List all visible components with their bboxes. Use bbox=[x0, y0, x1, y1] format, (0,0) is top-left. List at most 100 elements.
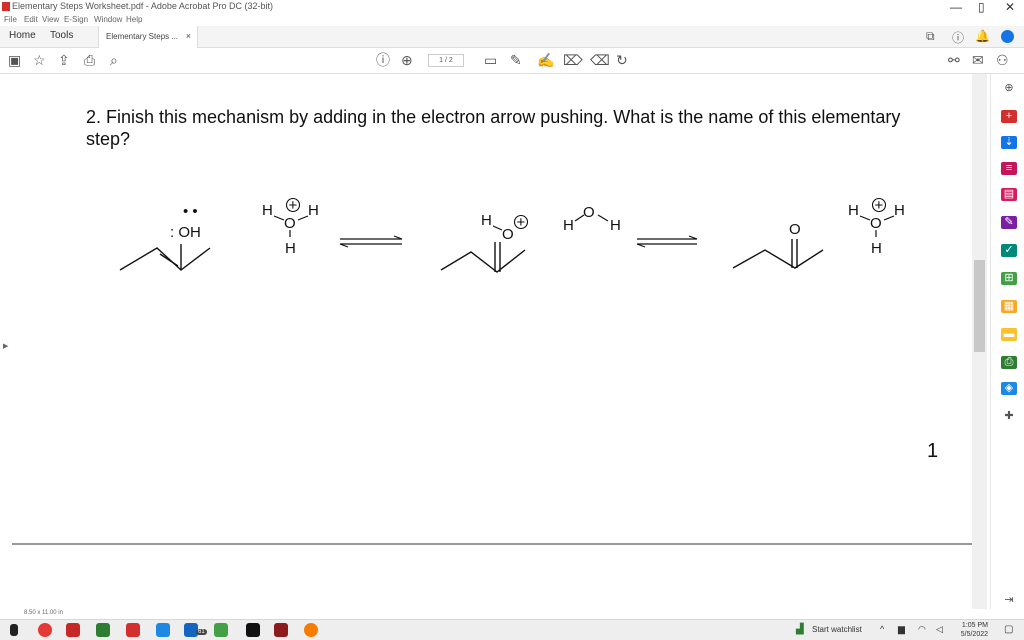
save-icon[interactable]: ▣ bbox=[8, 52, 21, 68]
files-icon[interactable] bbox=[214, 623, 228, 637]
bookmark-star-icon[interactable]: ☆ bbox=[33, 52, 46, 68]
enol-lone-pair: • • bbox=[183, 203, 198, 220]
zoom-icon[interactable] bbox=[156, 623, 170, 637]
hydronium-right-bond2 bbox=[883, 215, 895, 221]
tray-chevron-icon[interactable]: ^ bbox=[880, 624, 884, 634]
help-icon[interactable]: ⓘ bbox=[952, 29, 964, 46]
tab-document-label: Elementary Steps ... bbox=[106, 32, 179, 41]
equilibrium-arrow-2 bbox=[636, 235, 698, 248]
menu-help[interactable]: Help bbox=[126, 15, 142, 24]
send-for-comments-icon[interactable]: ✓ bbox=[1001, 244, 1017, 257]
menu-file[interactable]: File bbox=[4, 15, 17, 24]
oxocarbenium-h-bond bbox=[492, 225, 503, 231]
page-number-box[interactable]: 1 / 2 bbox=[428, 54, 464, 67]
menu-view[interactable]: View bbox=[42, 15, 59, 24]
acrobat-logo-icon bbox=[2, 2, 10, 11]
document-view[interactable]: ▶ 2. Finish this mechanism by adding in … bbox=[0, 74, 972, 609]
page-break-divider bbox=[12, 543, 972, 545]
print-icon[interactable]: ⎙ bbox=[84, 52, 95, 68]
chrome-icon[interactable] bbox=[38, 623, 52, 637]
email-icon[interactable]: ✉ bbox=[972, 52, 984, 68]
combine-files-icon[interactable]: ⊞ bbox=[1001, 272, 1017, 285]
tab-tools[interactable]: Tools bbox=[50, 30, 73, 41]
maximize-button[interactable]: ▯ bbox=[978, 0, 985, 14]
hydronium-right-h2: H bbox=[894, 202, 905, 219]
hydronium-left-h1: H bbox=[262, 202, 273, 219]
previous-page-icon[interactable]: ⓘ bbox=[376, 52, 390, 68]
tab-document[interactable]: Elementary Steps ... × bbox=[98, 26, 198, 48]
scrollbar-thumb[interactable] bbox=[974, 260, 985, 352]
network-icon[interactable]: ▆ bbox=[898, 624, 905, 635]
menu-edit[interactable]: Edit bbox=[24, 15, 38, 24]
account-avatar[interactable] bbox=[1001, 30, 1014, 43]
ketone-skeleton bbox=[732, 249, 824, 269]
system-clock[interactable]: 1:05 PM 5/5/2022 bbox=[961, 621, 988, 639]
more-tools-icon[interactable]: ✚ bbox=[1001, 410, 1017, 423]
water-molecule: H O H bbox=[563, 204, 621, 234]
volume-icon[interactable]: ◁ bbox=[936, 624, 943, 635]
edit-pdf-icon[interactable]: ▤ bbox=[1001, 188, 1017, 201]
app-icon[interactable] bbox=[96, 623, 110, 637]
close-tab-icon[interactable]: × bbox=[186, 31, 191, 41]
page-size-label: 8.50 x 11.00 in bbox=[24, 610, 63, 616]
water-h1: H bbox=[563, 217, 574, 234]
scan-ocr-icon[interactable]: ▦ bbox=[1001, 300, 1017, 313]
hydronium-left-bond1 bbox=[273, 215, 285, 221]
draw-sign-icon[interactable]: ✍ bbox=[537, 52, 554, 68]
print-production-icon[interactable]: ⎙ bbox=[1001, 356, 1017, 369]
add-person-icon[interactable]: ⚇ bbox=[996, 52, 1009, 68]
terminal-icon[interactable] bbox=[246, 623, 260, 637]
status-bar: 8.50 x 11.00 in bbox=[0, 609, 1024, 619]
close-window-button[interactable]: ✕ bbox=[1005, 0, 1015, 14]
stamp-icon[interactable]: ⌦ bbox=[563, 52, 583, 68]
rotate-icon[interactable]: ↻ bbox=[616, 52, 628, 68]
notification-badge: 61 bbox=[196, 629, 207, 635]
hydronium-left-plus: + bbox=[289, 197, 298, 214]
menu-esign[interactable]: E-Sign bbox=[64, 15, 88, 24]
tab-home[interactable]: Home bbox=[9, 30, 36, 41]
create-pdf-icon[interactable]: + bbox=[1001, 110, 1017, 123]
comment-icon[interactable]: ▭ bbox=[484, 52, 497, 68]
start-watchlist-label[interactable]: Start watchlist bbox=[812, 625, 862, 634]
comment-tool-icon[interactable]: ▬ bbox=[1001, 328, 1017, 341]
wifi-icon[interactable]: ◠ bbox=[918, 624, 926, 635]
tab-bar: Home Tools Elementary Steps ... × ⧉ ⓘ 🔔 bbox=[0, 26, 1024, 48]
gmail-icon[interactable] bbox=[66, 623, 80, 637]
app2-icon[interactable] bbox=[274, 623, 288, 637]
oxocarbenium-plus: + bbox=[517, 214, 526, 231]
notifications-icon[interactable]: 🔔 bbox=[975, 29, 990, 43]
ketone-structure: O bbox=[732, 221, 824, 269]
fill-sign-icon[interactable]: ✎ bbox=[1001, 216, 1017, 229]
right-tools-panel: ⊕ + ⇣ ≡ ▤ ✎ ✓ ⊞ ▦ ▬ ⎙ ◈ ✚ ⇥ bbox=[990, 74, 1024, 609]
protect-shield-icon[interactable]: ◈ bbox=[1001, 382, 1017, 395]
action-center-icon[interactable]: ▢ bbox=[1004, 624, 1013, 635]
vertical-scrollbar[interactable] bbox=[972, 74, 987, 609]
menu-window[interactable]: Window bbox=[94, 15, 122, 24]
collapse-panel-icon[interactable]: ⇥ bbox=[1001, 594, 1017, 607]
enol-skeleton bbox=[119, 247, 211, 271]
highlight-pen-icon[interactable]: ✎ bbox=[510, 52, 522, 68]
chrome-profile-icon[interactable] bbox=[304, 623, 318, 637]
minimize-button[interactable]: — bbox=[950, 0, 962, 14]
next-page-icon[interactable]: ⊕ bbox=[401, 52, 413, 68]
watchlist-chart-icon: ▟ bbox=[796, 624, 804, 635]
upload-share-icon[interactable]: ⇪ bbox=[58, 52, 70, 68]
hydronium-right-o: O bbox=[870, 215, 882, 232]
zoom-search-icon[interactable]: ⌕ bbox=[110, 52, 118, 68]
page-total: / 2 bbox=[445, 57, 453, 64]
hydronium-left-h2: H bbox=[308, 202, 319, 219]
zoom-in-icon[interactable]: ⊕ bbox=[1001, 82, 1017, 95]
equilibrium-arrow-1 bbox=[339, 235, 403, 248]
hydronium-right-plus: + bbox=[875, 197, 884, 214]
organize-pages-icon[interactable]: ≡ bbox=[1001, 162, 1017, 175]
enol-structure: • • : OH bbox=[119, 203, 211, 271]
acrobat-taskbar-icon[interactable] bbox=[126, 623, 140, 637]
share-screen-icon[interactable]: ⧉ bbox=[926, 29, 935, 44]
delete-trash-icon[interactable]: ⌫ bbox=[590, 52, 610, 68]
start-icon[interactable] bbox=[10, 624, 18, 636]
export-pdf-icon[interactable]: ⇣ bbox=[1001, 136, 1017, 149]
link-icon[interactable]: ⚯ bbox=[948, 52, 960, 68]
oxocarbenium-skeleton bbox=[440, 249, 526, 273]
page-number-label: 1 bbox=[927, 440, 939, 462]
mechanism-drawing: • • : OH H + H O H H O + H O H O H + H O… bbox=[119, 197, 905, 273]
